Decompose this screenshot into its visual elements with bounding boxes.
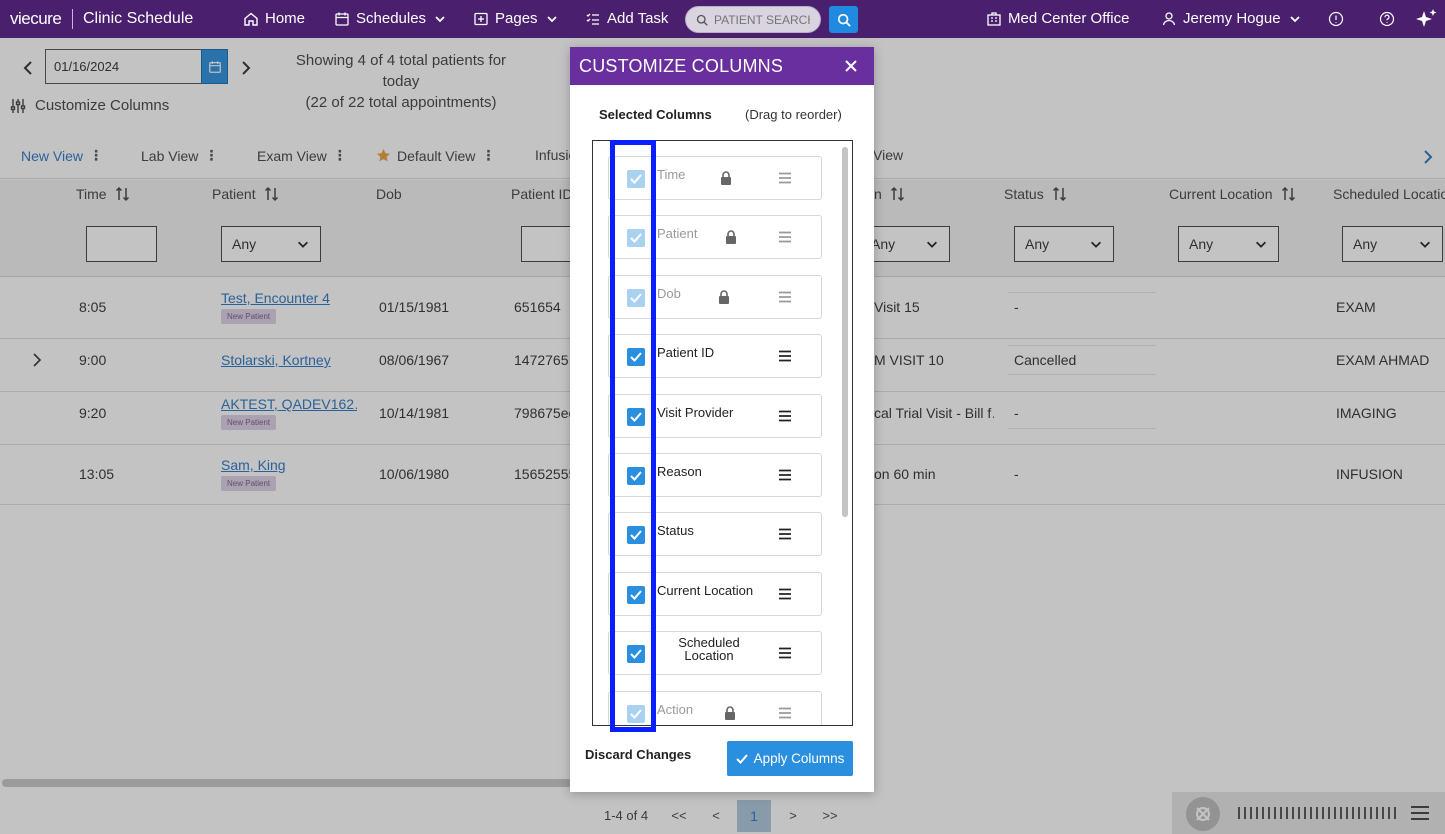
search-icon xyxy=(696,14,708,26)
chevron-down-icon xyxy=(1289,15,1300,22)
app-logo[interactable]: viecure xyxy=(10,9,62,29)
user-icon xyxy=(1162,11,1176,25)
patient-search-box xyxy=(685,6,821,33)
lock-icon xyxy=(718,290,730,304)
column-item-label: Patient xyxy=(657,226,698,242)
selected-columns-title: Selected Columns xyxy=(599,107,712,122)
user-name: Jeremy Hogue xyxy=(1183,10,1281,27)
close-icon[interactable] xyxy=(842,57,860,75)
nav-home-label: Home xyxy=(265,10,306,27)
office-selector[interactable]: Med Center Office xyxy=(986,10,1129,27)
apply-columns-button[interactable]: Apply Columns xyxy=(727,741,853,776)
patient-search-input[interactable] xyxy=(714,12,810,27)
drag-handle-icon[interactable] xyxy=(778,171,792,184)
home-icon xyxy=(244,12,258,26)
drag-handle-icon[interactable] xyxy=(778,230,792,243)
nav-schedules[interactable]: Schedules xyxy=(334,10,448,27)
chevron-down-icon xyxy=(435,15,445,22)
drag-handle-icon[interactable] xyxy=(778,409,792,421)
nav-add-task-label: Add Task xyxy=(607,10,669,27)
nav-schedules-label: Schedules xyxy=(356,10,427,27)
pages-icon xyxy=(474,12,488,25)
column-item-label: Patient ID xyxy=(657,345,715,361)
task-list-icon xyxy=(586,13,599,25)
nav-pages-label: Pages xyxy=(495,10,538,27)
column-item-label: Visit Provider xyxy=(657,404,734,420)
discard-changes-button[interactable]: Discard Changes xyxy=(585,747,691,762)
calendar-icon xyxy=(335,12,349,26)
column-item-label: Dob xyxy=(657,285,681,301)
column-item-label: Action xyxy=(657,701,694,717)
nav-add-task[interactable]: Add Task xyxy=(585,10,668,27)
nav-home[interactable]: Home xyxy=(243,10,305,27)
logo-divider xyxy=(72,9,73,29)
drag-handle-icon[interactable] xyxy=(778,290,792,303)
drag-handle-icon[interactable] xyxy=(778,646,792,659)
drag-handle-icon[interactable] xyxy=(778,527,792,540)
app-title: Clinic Schedule xyxy=(83,10,194,27)
column-item-label: Reason xyxy=(657,464,702,479)
lock-icon xyxy=(724,705,736,720)
search-button[interactable] xyxy=(829,6,858,33)
building-icon xyxy=(987,11,1001,26)
apply-columns-label: Apply Columns xyxy=(753,751,845,766)
dialog-title: CUSTOMIZE COLUMNS xyxy=(579,55,784,76)
search-icon xyxy=(837,13,851,27)
user-menu[interactable]: Jeremy Hogue xyxy=(1161,10,1303,27)
help-icon[interactable] xyxy=(1378,10,1396,28)
column-list-scrollbar[interactable] xyxy=(842,147,848,517)
top-nav-bar: viecure Clinic Schedule Home Schedules P… xyxy=(0,0,1445,38)
drag-hint: (Drag to reorder) xyxy=(745,107,842,122)
checkbox-column-highlight xyxy=(610,140,656,732)
drag-handle-icon[interactable] xyxy=(778,468,792,481)
office-label: Med Center Office xyxy=(1008,10,1130,27)
column-item-label: Time xyxy=(657,167,686,182)
chevron-down-icon xyxy=(546,15,557,22)
info-icon[interactable] xyxy=(1327,10,1345,28)
column-item-label: Current Location xyxy=(657,582,754,598)
dialog-header: CUSTOMIZE COLUMNS xyxy=(570,47,874,85)
drag-handle-icon[interactable] xyxy=(778,349,792,362)
check-icon xyxy=(735,753,748,764)
drag-handle-icon[interactable] xyxy=(778,706,792,718)
nav-pages[interactable]: Pages xyxy=(473,10,560,27)
column-item-label: Scheduled Location xyxy=(678,635,740,664)
lock-icon xyxy=(720,171,732,185)
column-item-label: Status xyxy=(657,523,694,539)
lock-icon xyxy=(725,230,737,245)
sparkle-icon[interactable] xyxy=(1414,8,1438,30)
drag-handle-icon[interactable] xyxy=(778,587,792,600)
